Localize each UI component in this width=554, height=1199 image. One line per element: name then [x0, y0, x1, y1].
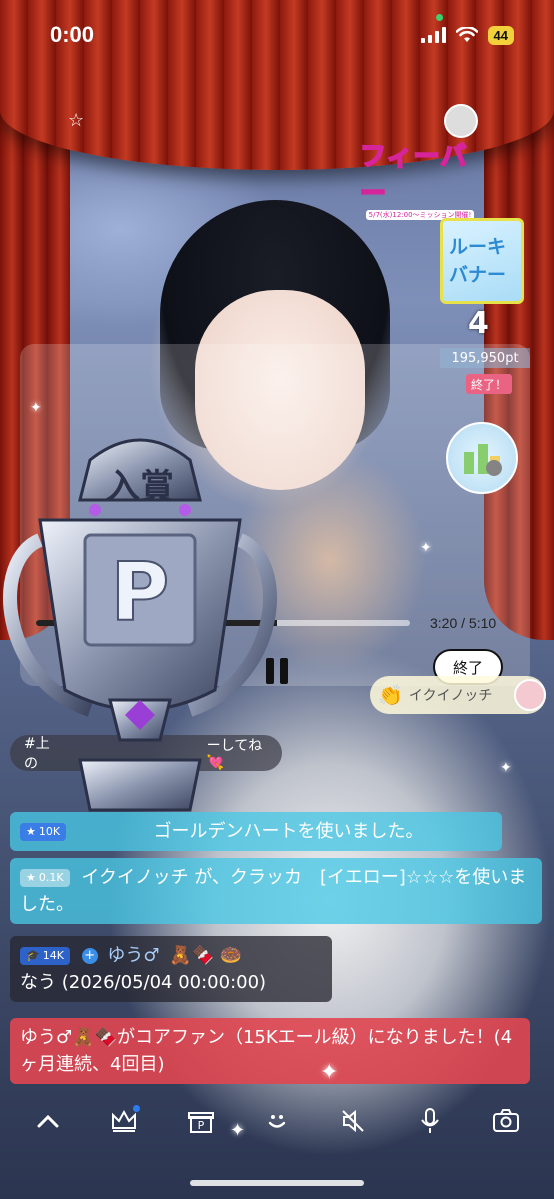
comment-text: イクイノッチ が、クラッカ [イエロー]☆☆☆を使いました。: [20, 867, 527, 915]
camera-rotate-icon[interactable]: [488, 1103, 524, 1139]
progress-time: 3:20 / 5:10: [430, 615, 497, 631]
rookie-banner[interactable]: ルーキ バナー: [440, 218, 524, 304]
status-time: 0:00: [50, 22, 95, 47]
mic-off-icon[interactable]: [412, 1103, 448, 1139]
fever-title: フィーバー: [359, 141, 468, 210]
battery-indicator: 44: [487, 25, 514, 45]
wifi-icon: [455, 27, 478, 42]
svg-text:P: P: [197, 1119, 204, 1132]
smile-icon[interactable]: [259, 1103, 295, 1139]
fever-banner[interactable]: フィーバー 5/7(水)12:00〜ミッション開催!: [359, 141, 480, 220]
comment-user: ゆう♂: [107, 945, 160, 966]
fan-badge: 🎓 14K: [20, 947, 70, 965]
avatar[interactable]: [444, 104, 478, 138]
user-chip-name: イクイノッチ: [408, 688, 493, 704]
bottom-toolbar: P: [0, 1096, 554, 1146]
fan-badge: ★ 0.1K: [20, 869, 70, 887]
star-icon[interactable]: ☆: [68, 110, 84, 131]
rookie-line1: ルーキ: [449, 236, 507, 258]
home-indicator[interactable]: [190, 1180, 364, 1186]
comment-text: ゆう♂🧸🍫がコアファン（15Kエール級）になりました！(4ヶ月連続、4回目): [20, 1027, 513, 1075]
sparkle-icon: ✦: [30, 400, 42, 416]
crown-icon[interactable]: [106, 1103, 142, 1139]
comment-text: ゴールデンハートを使いました。: [153, 821, 424, 842]
speaker-mute-icon[interactable]: [335, 1103, 371, 1139]
comment-text: なう (2026/05/04 00:00:00): [20, 972, 267, 993]
status-icons: 44: [420, 25, 514, 45]
signal-icon: [420, 27, 446, 43]
svg-text:P: P: [111, 546, 170, 639]
user-chip[interactable]: 👏 イクイノッチ: [370, 676, 546, 714]
plus-icon: +: [81, 948, 98, 964]
comment-2[interactable]: ★ 0.1K イクイノッチ が、クラッカ [イエロー]☆☆☆を使いました。: [10, 858, 542, 924]
comment-3[interactable]: 🎓 14K + ゆう♂ 🧸🍫 🍩 なう (2026/05/04 00:00:00…: [10, 936, 332, 1002]
user-chip-avatar: [514, 679, 546, 711]
sparkle-icon: ✦: [500, 760, 512, 776]
comment-4[interactable]: ゆう♂🧸🍫がコアファン（15Kエール級）になりました！(4ヶ月連続、4回目): [10, 1018, 530, 1084]
rank-number: 4: [468, 306, 489, 341]
trophy-label: 入賞: [106, 467, 174, 507]
chevron-up-icon[interactable]: [30, 1103, 66, 1139]
gift-icon[interactable]: P: [183, 1103, 219, 1139]
trophy-icon: P 入賞: [3, 438, 277, 812]
sparkle-icon: ✦: [420, 540, 432, 556]
clap-icon: 👏: [378, 683, 403, 707]
notification-dot: [133, 1105, 141, 1112]
sparkle-icon: ✦: [320, 1060, 339, 1085]
sparkle-icon: ✦: [230, 1120, 246, 1141]
comment-1[interactable]: ★ 10K ゴールデンハートを使いました。: [10, 812, 502, 851]
comment-emojis: 🧸🍫 🍩: [169, 945, 243, 966]
status-bar: 0:00 44: [0, 0, 554, 70]
fan-badge: ★ 10K: [20, 823, 67, 841]
rookie-line2: バナー: [449, 264, 507, 286]
privacy-dot: [436, 14, 443, 21]
